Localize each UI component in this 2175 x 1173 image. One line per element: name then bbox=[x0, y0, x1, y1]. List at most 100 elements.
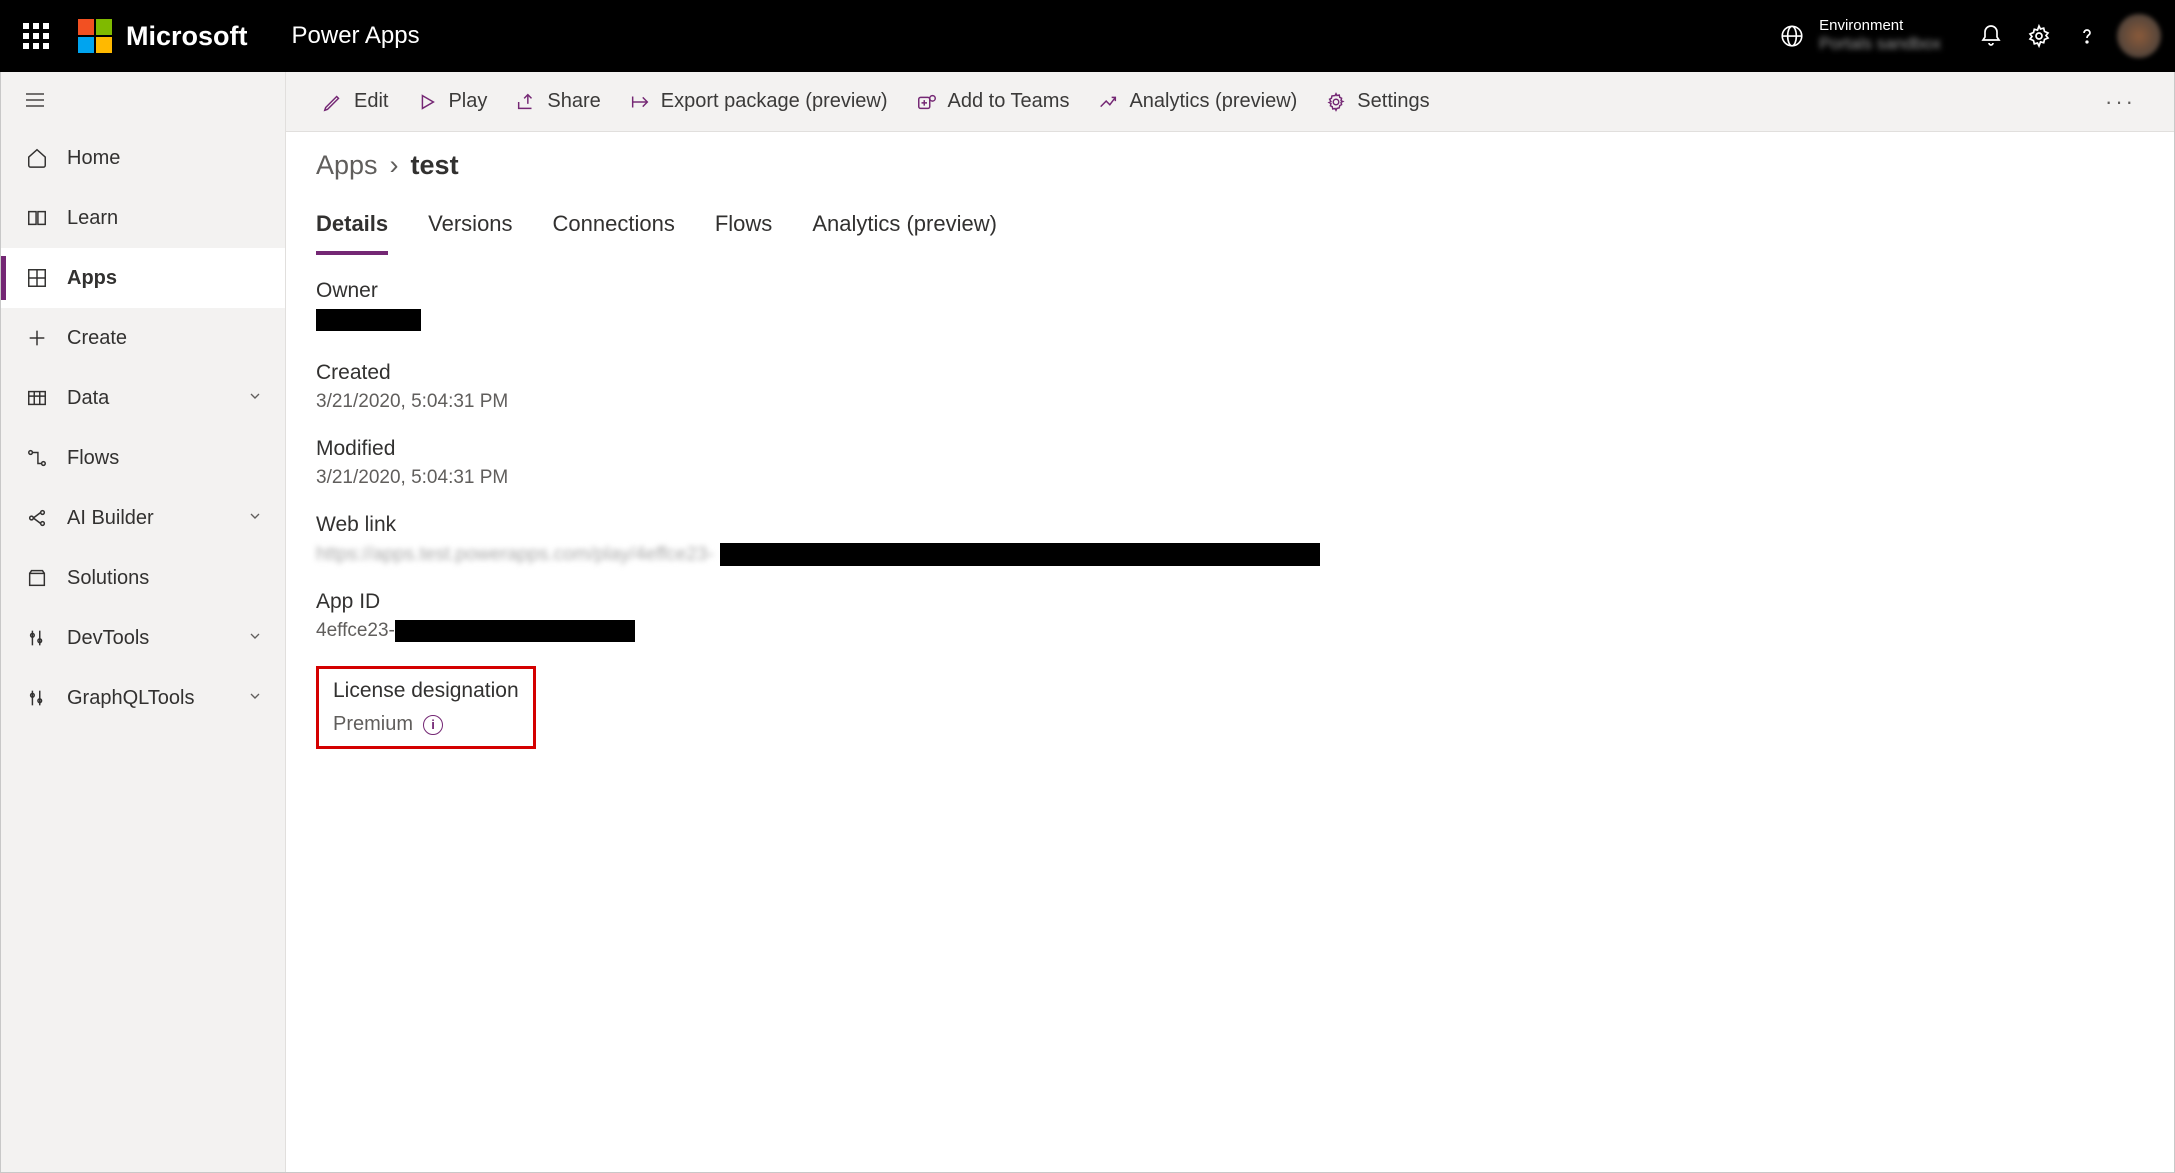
field-label: App ID bbox=[316, 590, 2144, 614]
cmd-export[interactable]: Export package (preview) bbox=[621, 84, 896, 119]
gear-icon bbox=[1325, 91, 1347, 113]
nav-item-graphqltools[interactable]: GraphQLTools bbox=[1, 668, 285, 728]
nav-label: Create bbox=[67, 327, 127, 350]
chevron-right-icon: › bbox=[390, 150, 399, 181]
environment-picker[interactable]: Environment Portals sandbox bbox=[1779, 18, 1941, 53]
nav-item-flows[interactable]: Flows bbox=[1, 428, 285, 488]
field-label: Owner bbox=[316, 279, 2144, 303]
pencil-icon bbox=[322, 91, 344, 113]
cmd-label: Add to Teams bbox=[948, 90, 1070, 113]
nav-collapse-button[interactable] bbox=[1, 72, 285, 128]
main-region: Home Learn Apps Create Data bbox=[0, 72, 2175, 1173]
content-region: Edit Play Share Export package (preview)… bbox=[286, 72, 2174, 1172]
left-nav: Home Learn Apps Create Data bbox=[1, 72, 286, 1172]
cmd-label: Settings bbox=[1357, 90, 1429, 113]
nav-item-devtools[interactable]: DevTools bbox=[1, 608, 285, 668]
gear-icon bbox=[2027, 24, 2051, 48]
microsoft-wordmark: Microsoft bbox=[126, 21, 248, 52]
nav-label: DevTools bbox=[67, 627, 149, 650]
cmd-add-to-teams[interactable]: Add to Teams bbox=[908, 84, 1078, 119]
nav-item-data[interactable]: Data bbox=[1, 368, 285, 428]
field-label: Modified bbox=[316, 437, 2144, 461]
app-launcher-button[interactable] bbox=[14, 14, 58, 58]
redacted-value bbox=[395, 620, 635, 642]
teams-icon bbox=[916, 91, 938, 113]
environment-name: Portals sandbox bbox=[1819, 35, 1941, 54]
share-icon bbox=[515, 91, 537, 113]
nav-label: Data bbox=[67, 387, 109, 410]
nav-label: Solutions bbox=[67, 567, 149, 590]
product-name[interactable]: Power Apps bbox=[292, 22, 420, 50]
table-icon bbox=[23, 387, 51, 409]
info-icon[interactable]: i bbox=[423, 715, 443, 735]
breadcrumb-current: test bbox=[411, 150, 459, 181]
field-label: Web link bbox=[316, 513, 2144, 537]
blurred-value: https://apps.test.powerapps.com/play/4ef… bbox=[316, 544, 714, 566]
cmd-label: Play bbox=[448, 90, 487, 113]
tab-details[interactable]: Details bbox=[316, 203, 388, 255]
notifications-button[interactable] bbox=[1967, 12, 2015, 60]
book-icon bbox=[23, 207, 51, 229]
license-highlight-box: License designation Premium i bbox=[316, 666, 536, 749]
field-owner: Owner bbox=[316, 279, 2144, 337]
nav-item-learn[interactable]: Learn bbox=[1, 188, 285, 248]
cmd-label: Analytics (preview) bbox=[1129, 90, 1297, 113]
breadcrumb: Apps › test bbox=[316, 150, 2144, 181]
cmd-overflow[interactable]: ··· bbox=[2095, 83, 2146, 121]
nav-label: Home bbox=[67, 147, 120, 170]
field-value: 3/21/2020, 5:04:31 PM bbox=[316, 391, 2144, 413]
help-icon bbox=[2075, 24, 2099, 48]
cmd-label: Edit bbox=[354, 90, 388, 113]
tools-icon bbox=[23, 687, 51, 709]
chevron-down-icon bbox=[247, 627, 263, 650]
ai-icon bbox=[23, 507, 51, 529]
page-body: Apps › test Details Versions Connections… bbox=[286, 132, 2174, 767]
nav-label: AI Builder bbox=[67, 507, 154, 530]
microsoft-logo-icon bbox=[78, 19, 112, 53]
redacted-value bbox=[316, 309, 421, 331]
cmd-settings[interactable]: Settings bbox=[1317, 84, 1437, 119]
chevron-down-icon bbox=[247, 387, 263, 410]
field-modified: Modified 3/21/2020, 5:04:31 PM bbox=[316, 437, 2144, 489]
environment-label: Environment bbox=[1819, 18, 1941, 35]
hamburger-icon bbox=[23, 88, 47, 112]
cmd-share[interactable]: Share bbox=[507, 84, 608, 119]
nav-item-solutions[interactable]: Solutions bbox=[1, 548, 285, 608]
user-avatar[interactable] bbox=[2117, 14, 2161, 58]
nav-item-ai-builder[interactable]: AI Builder bbox=[1, 488, 285, 548]
chart-icon bbox=[1097, 91, 1119, 113]
package-icon bbox=[23, 567, 51, 589]
chevron-down-icon bbox=[247, 687, 263, 710]
field-created: Created 3/21/2020, 5:04:31 PM bbox=[316, 361, 2144, 413]
tools-icon bbox=[23, 627, 51, 649]
field-appid: App ID 4effce23- bbox=[316, 590, 2144, 642]
nav-item-home[interactable]: Home bbox=[1, 128, 285, 188]
field-value-prefix: 4effce23- bbox=[316, 620, 395, 642]
cmd-edit[interactable]: Edit bbox=[314, 84, 396, 119]
waffle-icon bbox=[23, 23, 49, 49]
tab-versions[interactable]: Versions bbox=[428, 203, 512, 255]
cmd-analytics[interactable]: Analytics (preview) bbox=[1089, 84, 1305, 119]
settings-button[interactable] bbox=[2015, 12, 2063, 60]
nav-label: Apps bbox=[67, 267, 117, 290]
export-icon bbox=[629, 91, 651, 113]
tab-flows[interactable]: Flows bbox=[715, 203, 772, 255]
breadcrumb-root[interactable]: Apps bbox=[316, 150, 378, 181]
nav-label: Learn bbox=[67, 207, 118, 230]
cmd-label: Export package (preview) bbox=[661, 90, 888, 113]
nav-label: GraphQLTools bbox=[67, 687, 194, 710]
apps-icon bbox=[23, 267, 51, 289]
nav-item-apps[interactable]: Apps bbox=[1, 248, 285, 308]
help-button[interactable] bbox=[2063, 12, 2111, 60]
nav-label: Flows bbox=[67, 447, 119, 470]
field-value: 3/21/2020, 5:04:31 PM bbox=[316, 467, 2144, 489]
tab-connections[interactable]: Connections bbox=[553, 203, 675, 255]
plus-icon bbox=[23, 327, 51, 349]
field-label: Created bbox=[316, 361, 2144, 385]
flow-icon bbox=[23, 447, 51, 469]
cmd-play[interactable]: Play bbox=[408, 84, 495, 119]
nav-item-create[interactable]: Create bbox=[1, 308, 285, 368]
chevron-down-icon bbox=[247, 507, 263, 530]
tab-analytics[interactable]: Analytics (preview) bbox=[812, 203, 997, 255]
field-weblink: Web link https://apps.test.powerapps.com… bbox=[316, 513, 2144, 566]
